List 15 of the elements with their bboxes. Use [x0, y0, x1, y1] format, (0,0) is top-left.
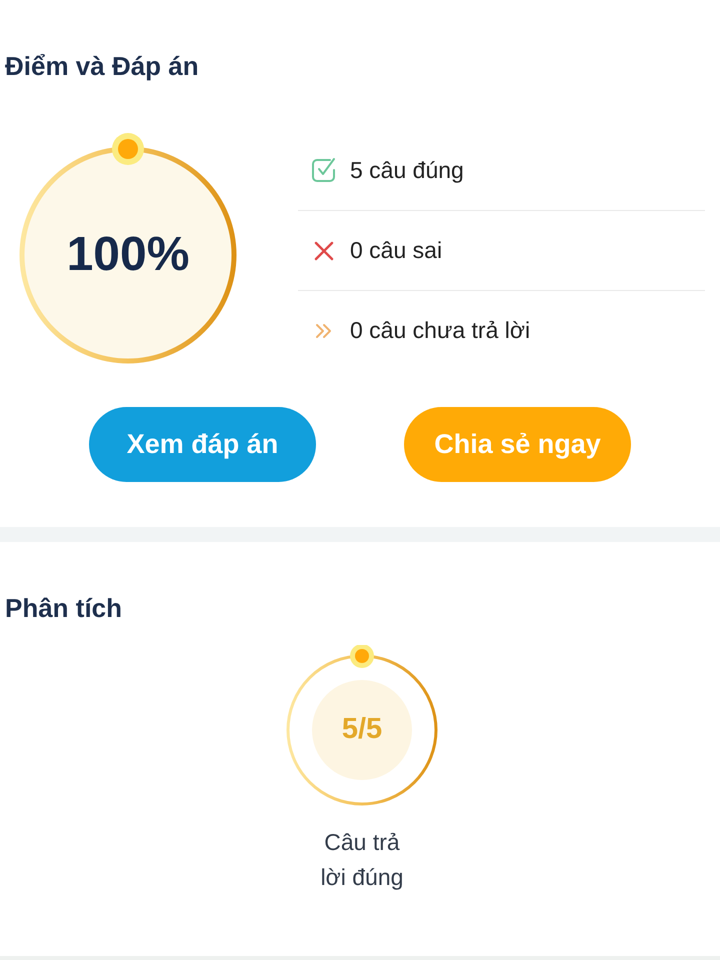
- result-label: 5 câu đúng: [350, 156, 464, 185]
- result-label: 0 câu chưa trả lời: [350, 316, 530, 346]
- knob-icon: [112, 133, 144, 165]
- metric-value: 5/5: [342, 712, 382, 744]
- cross-icon: [314, 240, 334, 260]
- metric-label: Câu trả lời đúng: [320, 828, 404, 892]
- double-chevron-icon: [315, 322, 333, 338]
- action-button[interactable]: Xem đáp án: [89, 407, 316, 482]
- result-label: 0 câu sai: [350, 236, 442, 266]
- check-square-icon: [311, 157, 337, 183]
- action-button[interactable]: Chia sẻ ngay: [404, 407, 631, 482]
- section-title: Điểm và Đáp án: [5, 50, 199, 82]
- knob-icon: [350, 645, 374, 668]
- section-title: Phân tích: [5, 592, 122, 624]
- score-percent: 100%: [66, 228, 190, 281]
